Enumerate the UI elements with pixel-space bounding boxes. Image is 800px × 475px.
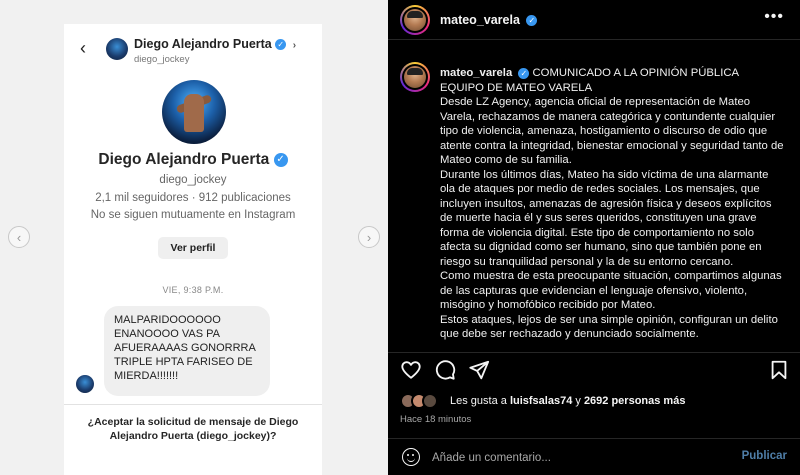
likes-row: Les gusta a luisfsalas74 y 2692 personas… bbox=[400, 392, 790, 412]
comment-icon[interactable] bbox=[434, 359, 456, 381]
carousel-next-button[interactable]: › bbox=[358, 226, 380, 248]
heart-icon[interactable] bbox=[400, 359, 422, 381]
publish-button[interactable]: Publicar bbox=[742, 450, 787, 462]
accept-request-prompt: ¿Aceptar la solicitud de mensaje de Dieg… bbox=[87, 416, 299, 442]
story-ring-avatar[interactable] bbox=[400, 5, 430, 35]
caption-paragraph: Como muestra de esta preocupante situaci… bbox=[440, 270, 782, 311]
comment-row: Publicar bbox=[388, 440, 800, 475]
back-arrow-icon: ‹ bbox=[80, 38, 86, 58]
profile-avatar bbox=[162, 80, 226, 144]
caption-paragraph: Estos ataques, lejos de ser una simple o… bbox=[440, 313, 778, 341]
caption-title-2: EQUIPO DE MATEO VARELA bbox=[440, 81, 593, 94]
message-timestamp: VIE, 9:38 P.M. bbox=[162, 285, 224, 295]
view-profile-button: Ver perfil bbox=[158, 237, 228, 259]
dm-header: ‹ Diego Alejandro Puerta ✓ › diego_jocke… bbox=[80, 34, 320, 70]
avatar bbox=[76, 375, 94, 393]
likes-text: Les gusta a luisfsalas74 y 2692 personas… bbox=[450, 395, 685, 407]
verified-icon: ✓ bbox=[275, 39, 287, 51]
bookmark-icon[interactable] bbox=[768, 359, 790, 381]
divider bbox=[388, 438, 800, 439]
likes-count-link[interactable]: 2692 personas más bbox=[584, 395, 686, 407]
divider bbox=[388, 352, 800, 353]
post-time-ago: Hace 18 minutos bbox=[400, 414, 472, 425]
verified-icon: ✓ bbox=[518, 67, 530, 79]
post-image: ‹ › ‹ Diego Alejandro Puerta ✓ › diego_j… bbox=[0, 0, 388, 475]
profile-handle: diego_jockey bbox=[159, 174, 227, 186]
avatar bbox=[422, 393, 438, 409]
caption-text: mateo_varela ✓ COMUNICADO A LA OPINIÓN P… bbox=[440, 66, 786, 342]
likes-user-link[interactable]: luisfsalas74 bbox=[510, 395, 572, 407]
likes-prefix: Les gusta a bbox=[450, 395, 507, 407]
dm-header-name: Diego Alejandro Puerta bbox=[134, 37, 272, 51]
post-username[interactable]: mateo_varela bbox=[440, 13, 520, 27]
caption-username[interactable]: mateo_varela bbox=[440, 67, 512, 79]
chevron-right-icon: › bbox=[292, 40, 297, 51]
dm-header-handle: diego_jockey bbox=[134, 54, 190, 65]
carousel-prev-button[interactable]: ‹ bbox=[8, 226, 30, 248]
verified-icon: ✓ bbox=[273, 152, 288, 167]
post-header: mateo_varela ✓ ••• bbox=[388, 0, 800, 40]
share-icon[interactable] bbox=[468, 359, 490, 381]
comment-input[interactable] bbox=[432, 449, 712, 467]
profile-mutual-status: No se siguen mutuamente en Instagram bbox=[90, 209, 296, 221]
avatar bbox=[106, 38, 128, 60]
caption-title-1: COMUNICADO A LA OPINIÓN PÚBLICA bbox=[532, 67, 740, 79]
divider bbox=[64, 404, 322, 405]
emoji-icon[interactable] bbox=[402, 448, 420, 466]
caption-paragraph: Desde LZ Agency, agencia oficial de repr… bbox=[440, 96, 784, 166]
caption-paragraph: Durante los últimos días, Mateo ha sido … bbox=[440, 168, 772, 268]
profile-stats: 2,1 mil seguidores · 912 publicaciones bbox=[95, 192, 291, 204]
more-horizontal-icon[interactable]: ••• bbox=[764, 8, 784, 26]
verified-icon: ✓ bbox=[526, 15, 538, 27]
message-bubble: MALPARIDOOOOOO ENANOOOO VAS PA AFUERAAAA… bbox=[104, 306, 270, 396]
post-actions bbox=[388, 355, 800, 385]
likes-conjunction: y bbox=[575, 395, 581, 407]
caption-area: mateo_varela ✓ COMUNICADO A LA OPINIÓN P… bbox=[388, 56, 800, 346]
post-sidebar: mateo_varela ✓ ••• mateo_varela ✓ COMUNI… bbox=[388, 0, 800, 475]
profile-name: Diego Alejandro Puerta bbox=[98, 151, 270, 168]
